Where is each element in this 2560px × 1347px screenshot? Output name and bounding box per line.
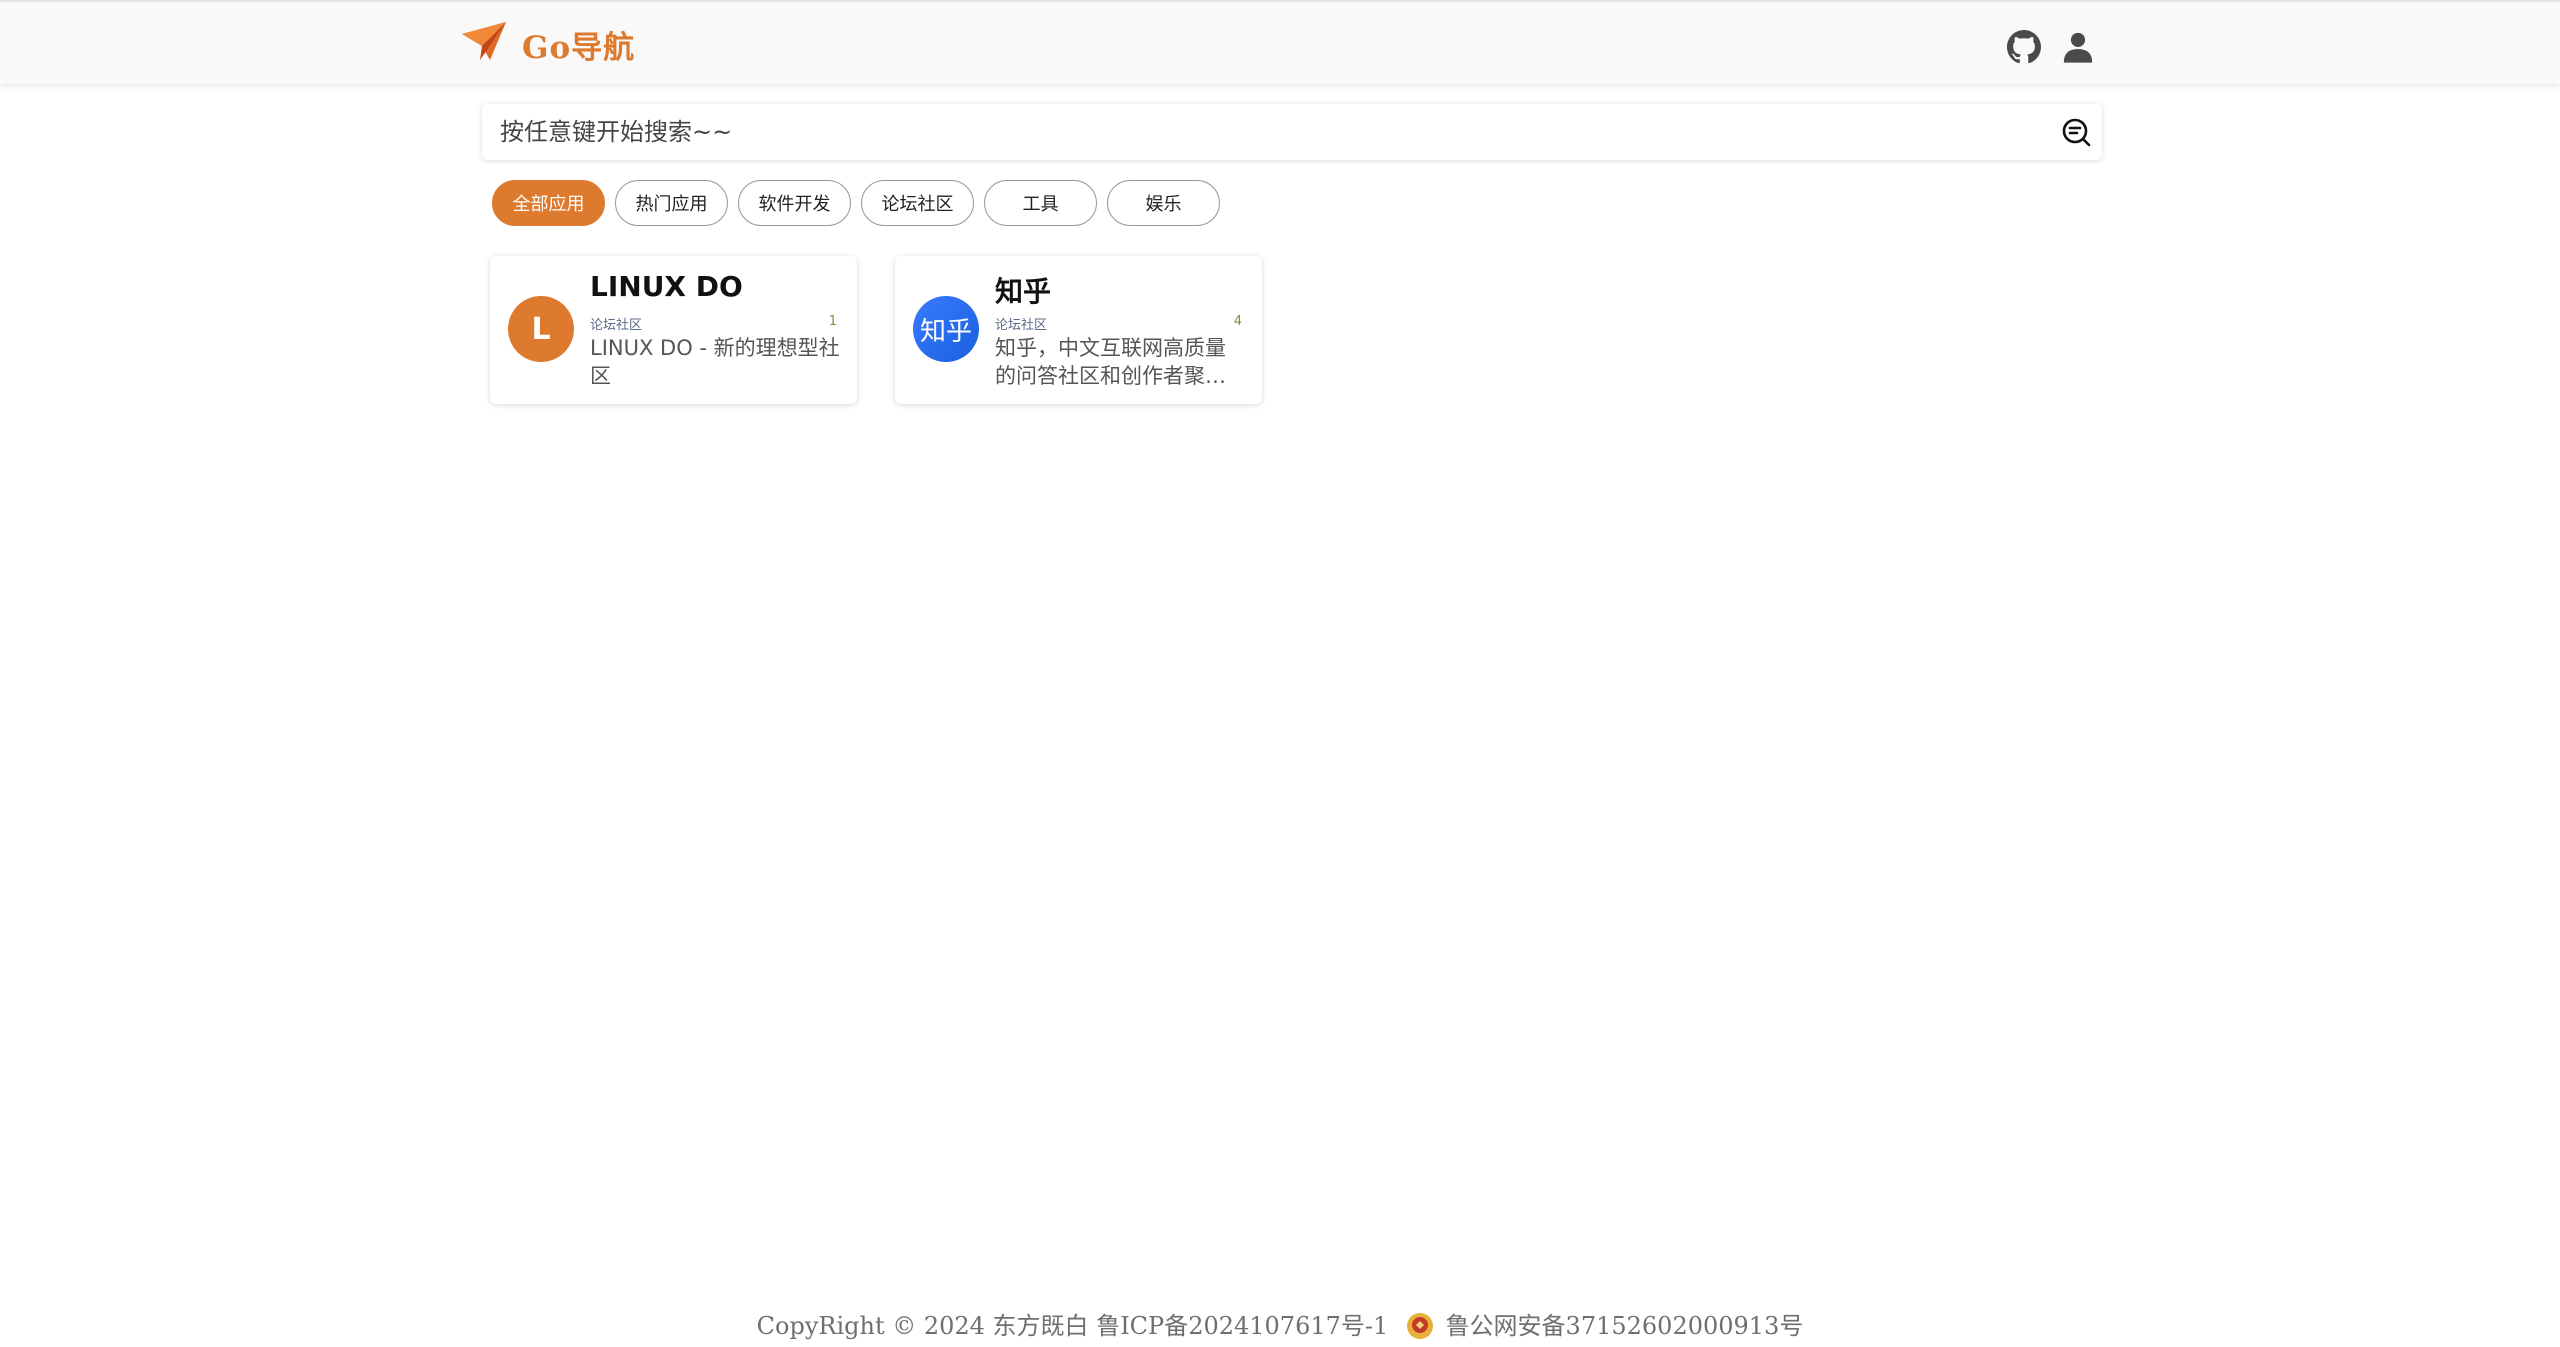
top-navbar: Go导航	[0, 0, 2560, 84]
card-visit-count: 1	[828, 314, 837, 329]
app-card-zhihu[interactable]: 知乎 知乎 论坛社区 4 知乎，中文互联网高质量的问答社区和创作者聚集的原创内容…	[895, 256, 1262, 404]
avatar: 知乎	[913, 296, 979, 362]
search-chat-icon[interactable]	[2060, 116, 2092, 148]
user-icon[interactable]	[2061, 30, 2095, 64]
card-description: 知乎，中文互联网高质量的问答社区和创作者聚集的原创内容平台	[995, 336, 1226, 388]
app-card-linuxdo[interactable]: L LINUX DO 论坛社区 1 LINUX DO - 新的理想型社区	[490, 256, 857, 404]
icp-link[interactable]: 鲁ICP备2024107617号-1	[1096, 1312, 1388, 1340]
card-title: 知乎	[995, 275, 1052, 308]
avatar: L	[508, 296, 574, 362]
copyright-text: CopyRight © 2024 东方既白	[756, 1312, 1089, 1340]
police-badge-icon	[1406, 1312, 1434, 1340]
category-entertainment[interactable]: 娱乐	[1107, 180, 1220, 226]
category-all[interactable]: 全部应用	[492, 180, 605, 226]
category-tools[interactable]: 工具	[984, 180, 1097, 226]
search-input[interactable]	[482, 104, 2022, 160]
github-icon[interactable]	[2007, 30, 2041, 64]
card-description: LINUX DO - 新的理想型社区	[590, 336, 840, 388]
police-record-link[interactable]: 鲁公网安备37152602000913号	[1446, 1312, 1804, 1340]
card-category-tag: 论坛社区	[590, 318, 643, 333]
paper-plane-icon	[460, 20, 508, 68]
card-visit-count: 4	[1233, 314, 1242, 329]
site-logo[interactable]: Go导航	[460, 20, 635, 68]
card-category-tag: 论坛社区	[995, 318, 1048, 333]
category-tabs: 全部应用 热门应用 软件开发 论坛社区 工具 娱乐	[492, 180, 1220, 226]
card-title: LINUX DO	[590, 270, 743, 303]
category-forum[interactable]: 论坛社区	[861, 180, 974, 226]
page-footer: CopyRight © 2024 东方既白 鲁ICP备2024107617号-1…	[0, 1306, 2560, 1341]
search-bar	[482, 104, 2102, 160]
site-title: Go导航	[522, 29, 636, 66]
category-dev[interactable]: 软件开发	[738, 180, 851, 226]
category-hot[interactable]: 热门应用	[615, 180, 728, 226]
